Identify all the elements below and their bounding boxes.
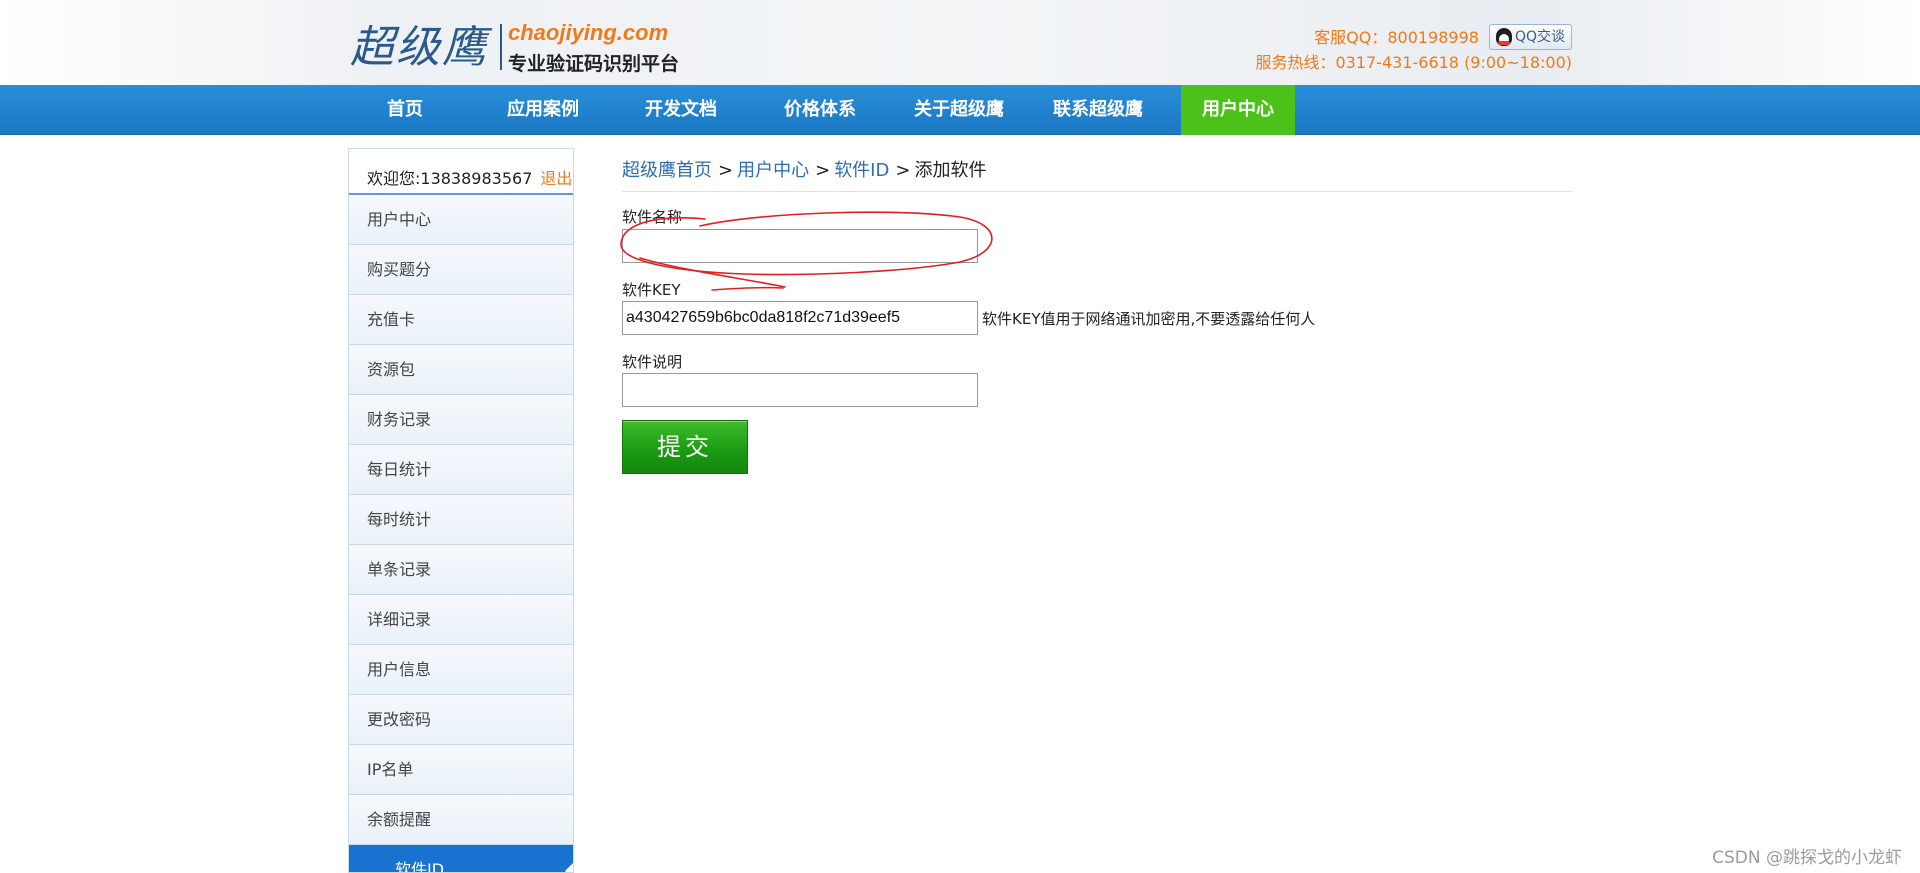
sidebar-item-user-info[interactable]: 用户信息 — [349, 645, 573, 695]
welcome-bar: 欢迎您:13838983567 退出 — [349, 149, 573, 195]
breadcrumb-separator: > — [815, 160, 831, 181]
sidebar-item-change-password[interactable]: 更改密码 — [349, 695, 573, 745]
sidebar-item-hourly-stats[interactable]: 每时统计 — [349, 495, 573, 545]
qq-chat-button[interactable]: QQ交谈 — [1488, 24, 1572, 50]
sidebar-item-ip-list[interactable]: IP名单 — [349, 745, 573, 795]
breadcrumb-user-center[interactable]: 用户中心 — [737, 160, 809, 181]
welcome-text: 欢迎您:13838983567 — [367, 169, 533, 188]
breadcrumb-current: 添加软件 — [914, 160, 987, 181]
sidebar-item-resource-pack[interactable]: 资源包 — [349, 345, 573, 395]
logo-chinese-wordmark: 超级鹰 — [350, 22, 488, 73]
sidebar-item-buy-points[interactable]: 购买题分 — [349, 245, 573, 295]
software-name-input[interactable] — [622, 229, 978, 263]
nav-pricing[interactable]: 价格体系 — [751, 85, 889, 135]
nav-docs[interactable]: 开发文档 — [612, 85, 750, 135]
software-key-input[interactable] — [622, 301, 978, 335]
sidebar-item-detail-records[interactable]: 详细记录 — [349, 595, 573, 645]
csdn-watermark: CSDN @跳探戈的小龙虾 — [1712, 848, 1902, 868]
main-nav: 首页 应用案例 开发文档 价格体系 关于超级鹰 联系超级鹰 用户中心 — [0, 85, 1920, 135]
logo-divider — [500, 24, 502, 70]
contact-qq-row: 客服QQ：800198998 QQ交谈 — [1255, 24, 1572, 50]
qq-chat-label: QQ交谈 — [1514, 28, 1565, 45]
sidebar-item-software-id[interactable]: 软件ID — [349, 845, 573, 872]
software-key-label: 软件KEY — [622, 281, 681, 299]
software-desc-input[interactable] — [622, 373, 978, 407]
contact-info: 客服QQ：800198998 QQ交谈 服务热线：0317-431-6618 (… — [1255, 24, 1572, 75]
breadcrumb-separator: > — [895, 160, 911, 181]
software-name-label: 软件名称 — [622, 208, 683, 226]
nav-cases[interactable]: 应用案例 — [474, 85, 612, 135]
nav-home[interactable]: 首页 — [336, 85, 474, 135]
sidebar-item-user-center[interactable]: 用户中心 — [349, 195, 573, 245]
logo-domain: chaojiying.com — [508, 20, 669, 45]
sidebar-item-finance-records[interactable]: 财务记录 — [349, 395, 573, 445]
site-header: 超级鹰 chaojiying.com 专业验证码识别平台 客服QQ：800198… — [0, 0, 1920, 85]
sidebar-item-balance-alert[interactable]: 余额提醒 — [349, 795, 573, 845]
nav-contact[interactable]: 联系超级鹰 — [1029, 85, 1167, 135]
service-hotline: 服务热线：0317-431-6618 (9:00~18:00) — [1255, 53, 1572, 72]
software-desc-label: 软件说明 — [622, 353, 683, 371]
logo-tagline: 专业验证码识别平台 — [508, 53, 680, 75]
breadcrumb-home[interactable]: 超级鹰首页 — [622, 160, 712, 181]
breadcrumb-software-id[interactable]: 软件ID — [834, 160, 889, 181]
nav-user-center[interactable]: 用户中心 — [1181, 85, 1295, 135]
sidebar-item-daily-stats[interactable]: 每日统计 — [349, 445, 573, 495]
qq-penguin-icon — [1495, 28, 1512, 46]
sidebar-item-single-records[interactable]: 单条记录 — [349, 545, 573, 595]
user-sidebar: 欢迎您:13838983567 退出 用户中心 购买题分 充值卡 资源包 财务记录… — [348, 148, 574, 873]
breadcrumb: 超级鹰首页 > 用户中心 > 软件ID > 添加软件 — [622, 156, 1572, 192]
software-key-hint: 软件KEY值用于网络通讯加密用,不要透露给任何人 — [982, 310, 1316, 328]
breadcrumb-separator: > — [718, 160, 734, 181]
service-qq-text: 客服QQ：800198998 — [1314, 27, 1479, 47]
nav-about[interactable]: 关于超级鹰 — [890, 85, 1028, 135]
logout-link[interactable]: 退出 — [540, 169, 572, 188]
site-logo[interactable]: 超级鹰 chaojiying.com 专业验证码识别平台 — [350, 18, 690, 78]
submit-button[interactable]: 提交 — [622, 420, 748, 474]
sidebar-item-recharge-card[interactable]: 充值卡 — [349, 295, 573, 345]
